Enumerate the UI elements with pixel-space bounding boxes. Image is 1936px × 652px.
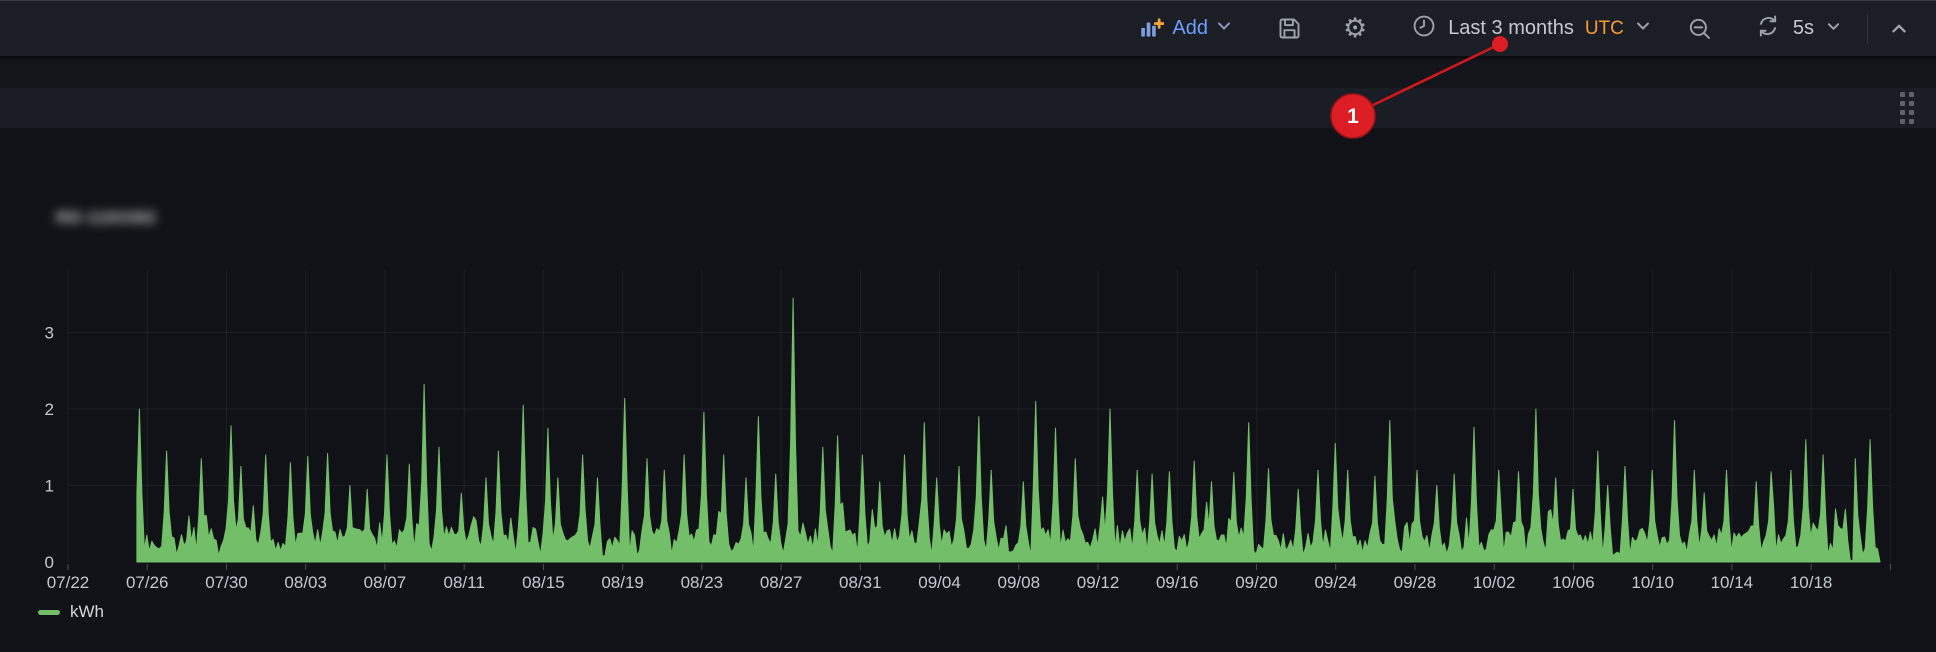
zoom-out-time-button[interactable]	[1687, 16, 1713, 42]
panel-title[interactable]: RD-1183382	[56, 208, 156, 228]
svg-text:0: 0	[45, 553, 54, 572]
legend-label: kWh	[70, 602, 104, 622]
legend-color-swatch	[38, 610, 60, 615]
time-range-picker[interactable]: Last 3 months UTC	[1411, 13, 1651, 44]
gear-icon: ⚙	[1343, 15, 1367, 42]
chevron-down-icon	[1216, 18, 1232, 39]
svg-text:2: 2	[45, 400, 54, 419]
svg-text:08/07: 08/07	[364, 573, 407, 592]
add-panel-icon	[1138, 16, 1164, 42]
refresh-button[interactable]	[1755, 13, 1781, 44]
collapse-toolbar-button[interactable]	[1888, 18, 1910, 40]
add-panel-button[interactable]: Add	[1138, 16, 1232, 42]
svg-text:09/20: 09/20	[1235, 573, 1278, 592]
timezone-label: UTC	[1585, 18, 1624, 40]
svg-text:10/14: 10/14	[1711, 573, 1754, 592]
svg-text:08/27: 08/27	[760, 573, 803, 592]
svg-text:07/26: 07/26	[126, 573, 169, 592]
svg-text:09/04: 09/04	[918, 573, 961, 592]
svg-text:08/19: 08/19	[601, 573, 644, 592]
svg-text:1: 1	[45, 477, 54, 496]
svg-text:08/31: 08/31	[839, 573, 882, 592]
refresh-picker: 5s	[1755, 13, 1841, 44]
chevron-down-icon[interactable]	[1826, 19, 1841, 39]
svg-text:10/02: 10/02	[1473, 573, 1516, 592]
legend-item-kwh[interactable]: kWh	[38, 602, 104, 622]
panel-drag-handle-icon[interactable]	[1900, 92, 1914, 124]
add-panel-label: Add	[1172, 17, 1208, 40]
svg-text:10/10: 10/10	[1631, 573, 1674, 592]
save-dashboard-button[interactable]	[1276, 15, 1303, 42]
dashboard-settings-button[interactable]: ⚙	[1343, 15, 1367, 42]
svg-text:08/11: 08/11	[444, 573, 485, 592]
chevron-down-icon	[1635, 18, 1651, 39]
clock-icon	[1411, 13, 1437, 44]
svg-text:10/18: 10/18	[1790, 573, 1833, 592]
svg-text:10/06: 10/06	[1552, 573, 1595, 592]
svg-text:09/12: 09/12	[1077, 573, 1120, 592]
dashboard: Add ⚙ Last 3	[0, 0, 1936, 652]
svg-text:09/24: 09/24	[1314, 573, 1357, 592]
svg-text:08/03: 08/03	[284, 573, 327, 592]
toolbar-divider	[1867, 14, 1868, 44]
svg-text:3: 3	[45, 324, 54, 343]
dashboard-toolbar: Add ⚙ Last 3	[0, 0, 1936, 58]
svg-text:08/15: 08/15	[522, 573, 565, 592]
save-icon	[1276, 15, 1303, 42]
timeseries-panel: 0 1 2 3 07/22 07/26 07/30 08/03 08/07 08/11 08/15 0…	[0, 128, 1936, 652]
svg-text:09/08: 09/08	[998, 573, 1041, 592]
svg-text:07/22: 07/22	[47, 573, 90, 592]
panel-row-strip	[0, 88, 1936, 128]
svg-text:09/28: 09/28	[1394, 573, 1437, 592]
svg-text:08/23: 08/23	[681, 573, 724, 592]
svg-text:09/16: 09/16	[1156, 573, 1199, 592]
svg-text:07/30: 07/30	[205, 573, 248, 592]
page-background-band	[0, 60, 1936, 88]
refresh-interval-label[interactable]: 5s	[1793, 17, 1814, 40]
magnifier-minus-icon	[1687, 16, 1713, 42]
energy-consumption-chart[interactable]: 0 1 2 3 07/22 07/26 07/30 08/03 08/07 08/11 08/15 0…	[0, 128, 1936, 652]
chevron-up-icon	[1888, 18, 1910, 40]
time-range-label: Last 3 months	[1448, 17, 1574, 40]
